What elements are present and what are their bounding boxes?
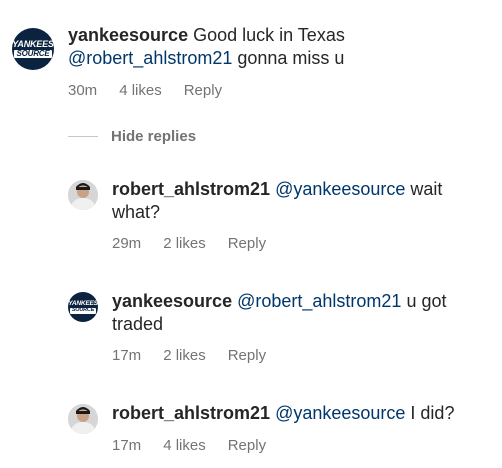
reply-likes[interactable]: 2 likes — [163, 347, 206, 364]
reply-likes[interactable]: 4 likes — [163, 437, 206, 454]
comment-meta: 30m 4 likes Reply — [68, 82, 222, 99]
hide-replies-button[interactable]: Hide replies — [68, 128, 196, 145]
comment-reply-button[interactable]: Reply — [184, 82, 222, 99]
reply-text: robert_ahlstrom21 @yankeesource I did? — [112, 402, 497, 425]
comment-likes[interactable]: 4 likes — [119, 82, 162, 99]
hide-replies-divider — [68, 136, 98, 137]
reply-text: robert_ahlstrom21 @yankeesource wait wha… — [112, 178, 482, 224]
reply-reply-button[interactable]: Reply — [228, 235, 266, 252]
reply-time: 17m — [112, 437, 142, 454]
reply-mention[interactable]: @robert_ahlstrom21 — [237, 291, 401, 311]
reply-mention[interactable]: @yankeesource — [275, 403, 405, 423]
reply-likes[interactable]: 2 likes — [163, 235, 206, 252]
comment-body-end: gonna miss u — [232, 48, 345, 68]
reply-username[interactable]: robert_ahlstrom21 — [112, 403, 270, 423]
reply-time: 17m — [112, 347, 142, 364]
comment-mention[interactable]: @robert_ahlstrom21 — [68, 48, 232, 68]
avatar-yankeesource[interactable]: YANKEES SOURCE — [68, 292, 98, 322]
reply-meta: 17m 2 likes Reply — [112, 347, 266, 364]
reply-mention[interactable]: @yankeesource — [275, 179, 405, 199]
comment-time: 30m — [68, 82, 98, 99]
reply-username[interactable]: yankeesource — [112, 291, 232, 311]
avatar-logo-line2: SOURCE — [69, 307, 97, 314]
reply-meta: 17m 4 likes Reply — [112, 437, 266, 454]
comment-body-start: Good luck in Texas — [188, 25, 345, 45]
reply-body: I did? — [405, 403, 455, 423]
avatar-robert-ahlstrom21[interactable] — [68, 180, 98, 210]
comment-username[interactable]: yankeesource — [68, 25, 188, 45]
player-photo-icon — [68, 180, 98, 210]
comment-text: yankeesource Good luck in Texas @robert_… — [68, 24, 488, 70]
reply-username[interactable]: robert_ahlstrom21 — [112, 179, 270, 199]
reply-reply-button[interactable]: Reply — [228, 437, 266, 454]
reply-reply-button[interactable]: Reply — [228, 347, 266, 364]
reply-meta: 29m 2 likes Reply — [112, 235, 266, 252]
avatar-yankeesource[interactable]: YANKEES SOURCE — [12, 28, 54, 70]
hide-replies-label[interactable]: Hide replies — [111, 128, 196, 145]
player-photo-icon — [68, 404, 98, 434]
avatar-robert-ahlstrom21[interactable] — [68, 404, 98, 434]
reply-text: yankeesource @robert_ahlstrom21 u got tr… — [112, 290, 482, 336]
avatar-logo-line2: SOURCE — [14, 49, 52, 58]
avatar-logo-line1: YANKEES — [12, 39, 54, 49]
reply-time: 29m — [112, 235, 142, 252]
